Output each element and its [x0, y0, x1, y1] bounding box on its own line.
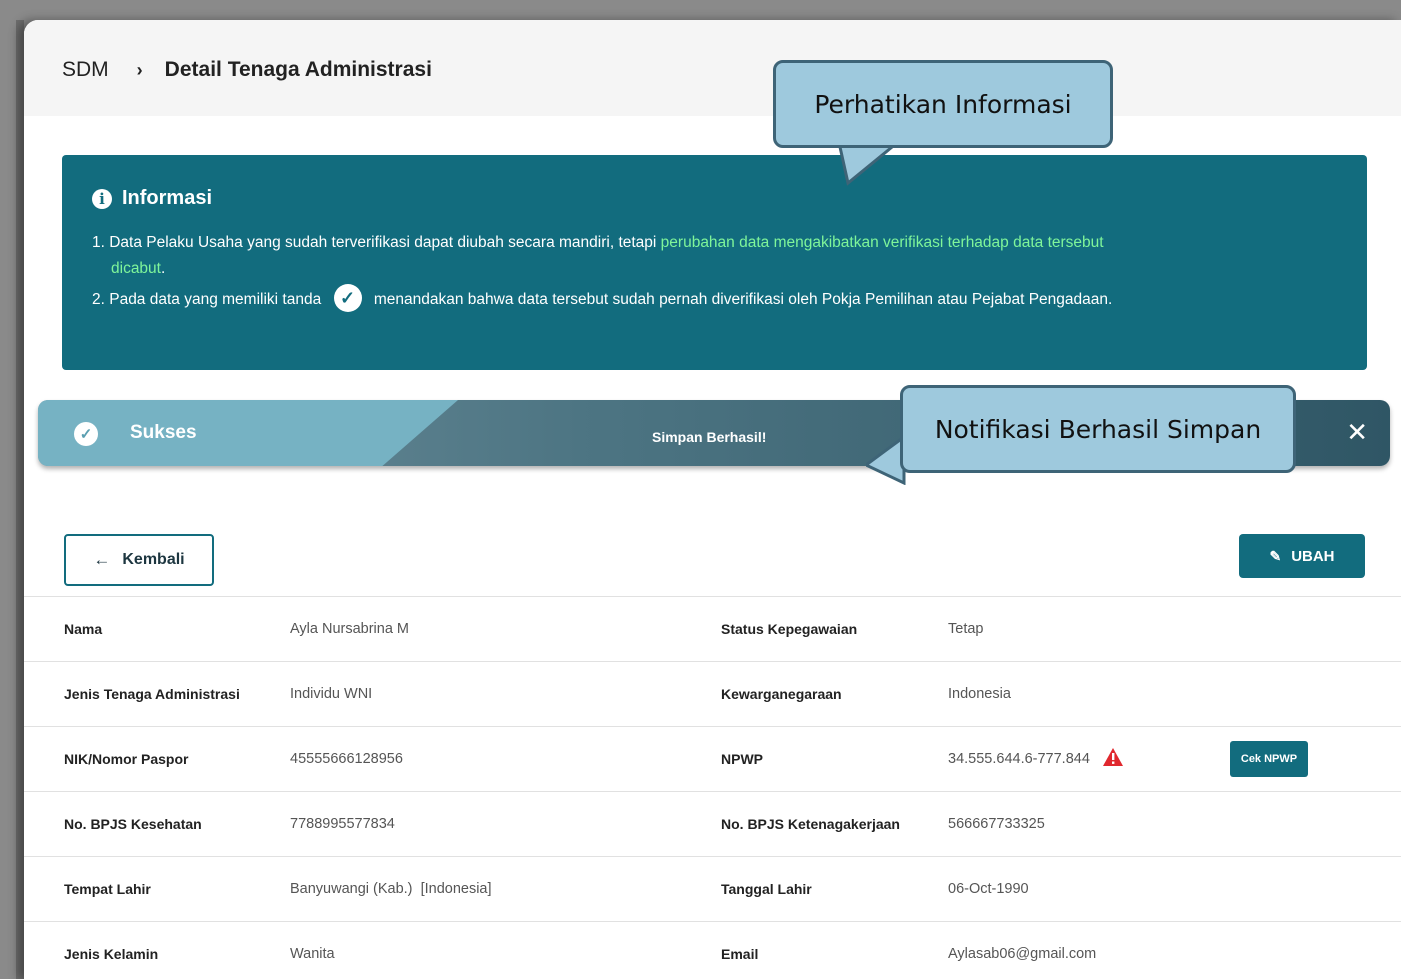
- info-line-2-prefix: 2. Pada data yang memiliki tanda: [92, 291, 322, 309]
- page-frame: SDM › Detail Tenaga Administrasi i Infor…: [24, 20, 1401, 979]
- arrow-left-icon: ←: [93, 550, 111, 569]
- edit-button-label: UBAH: [1291, 547, 1335, 565]
- field-value: 45555666128956: [290, 751, 403, 767]
- field-label: NIK/Nomor Paspor: [64, 751, 189, 767]
- table-row: NIK/Nomor Paspor 45555666128956 NPWP 34.…: [24, 726, 1401, 791]
- success-title: Sukses: [130, 422, 197, 443]
- callout-notification: Notifikasi Berhasil Simpan: [900, 385, 1296, 473]
- field-label: No. BPJS Ketenagakerjaan: [721, 816, 900, 832]
- breadcrumb-separator-icon: ›: [136, 59, 143, 80]
- field-label: Status Kepegawaian: [721, 621, 858, 637]
- success-notification-accent: [38, 400, 458, 466]
- field-label: Nama: [64, 621, 103, 637]
- check-circle-icon: ✓: [333, 284, 362, 312]
- field-label: Email: [721, 946, 759, 962]
- window-edge: [16, 20, 24, 979]
- edit-icon: ✎: [1269, 547, 1282, 564]
- info-title-text: Informasi: [122, 187, 213, 209]
- info-line-1-highlight-b: dicabut: [111, 260, 161, 277]
- field-label: Tanggal Lahir: [721, 881, 812, 897]
- info-panel-title: i Informasi: [92, 187, 212, 210]
- warning-triangle-icon: [1102, 747, 1124, 771]
- field-value: Tetap: [948, 621, 984, 637]
- table-row: No. BPJS Kesehatan 7788995577834 No. BPJ…: [24, 791, 1401, 856]
- check-circle-icon: ✓: [74, 422, 98, 446]
- edit-button[interactable]: ✎ UBAH: [1239, 534, 1365, 578]
- page-title: Detail Tenaga Administrasi: [164, 58, 432, 81]
- back-button[interactable]: ← Kembali: [64, 534, 214, 586]
- info-line-1-suffix: .: [160, 260, 166, 277]
- table-row: Tempat Lahir Banyuwangi (Kab.) [Indonesi…: [24, 856, 1401, 921]
- field-value: Individu WNI: [290, 686, 373, 702]
- field-value: 566667733325: [948, 816, 1045, 832]
- back-button-label: Kembali: [122, 551, 185, 568]
- close-icon[interactable]: ✕: [1346, 417, 1368, 448]
- info-line-2-suffix: menandakan bahwa data tersebut sudah per…: [373, 291, 1113, 309]
- info-line-1-text: 1. Data Pelaku Usaha yang sudah terverif…: [92, 234, 661, 251]
- field-value: Aylasab06@gmail.com: [948, 946, 1097, 962]
- field-value: 34.555.644.6-777.844: [948, 751, 1090, 767]
- info-circle-icon: i: [92, 188, 112, 209]
- info-panel: i Informasi 1. Data Pelaku Usaha yang su…: [62, 155, 1367, 370]
- check-npwp-button[interactable]: Cek NPWP: [1230, 741, 1308, 777]
- info-line-1-highlight: perubahan data mengakibatkan verifikasi …: [660, 234, 1104, 251]
- info-line-2: 2. Pada data yang memiliki tanda ✓ menan…: [92, 284, 1113, 314]
- callout-info: Perhatikan Informasi: [773, 60, 1113, 148]
- field-label: Jenis Kelamin: [64, 946, 159, 962]
- field-value: Wanita: [290, 946, 335, 962]
- success-message: Simpan Berhasil!: [652, 429, 767, 445]
- field-label: Kewarganegaraan: [721, 686, 842, 702]
- field-label: Jenis Tenaga Administrasi: [64, 686, 240, 702]
- field-value: Indonesia: [948, 686, 1011, 702]
- field-value: 7788995577834: [290, 816, 395, 832]
- field-label: Tempat Lahir: [64, 881, 151, 897]
- page-header: SDM › Detail Tenaga Administrasi: [24, 20, 1401, 116]
- field-value: Banyuwangi (Kab.) [Indonesia]: [290, 881, 492, 897]
- info-line-1: 1. Data Pelaku Usaha yang sudah terverif…: [92, 230, 1312, 282]
- table-row: Jenis Kelamin Wanita Email Aylasab06@gma…: [24, 921, 1401, 979]
- detail-table: Nama Ayla Nursabrina M Status Kepegawaia…: [24, 596, 1401, 979]
- breadcrumb-root-link[interactable]: SDM: [62, 58, 109, 82]
- field-value: 06-Oct-1990: [948, 881, 1029, 897]
- breadcrumb: SDM › Detail Tenaga Administrasi: [62, 58, 432, 82]
- field-label: NPWP: [721, 751, 763, 767]
- table-row: Nama Ayla Nursabrina M Status Kepegawaia…: [24, 596, 1401, 661]
- npwp-value: 34.555.644.6-777.844: [948, 727, 1124, 791]
- table-row: Jenis Tenaga Administrasi Individu WNI K…: [24, 661, 1401, 726]
- field-label: No. BPJS Kesehatan: [64, 816, 202, 832]
- field-value: Ayla Nursabrina M: [290, 621, 410, 637]
